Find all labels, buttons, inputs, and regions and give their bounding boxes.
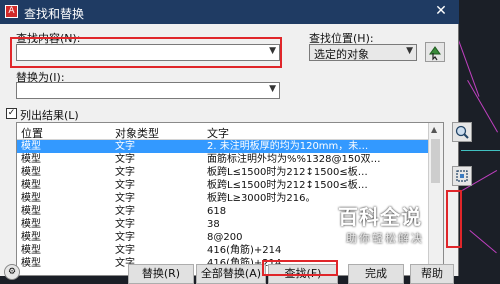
cell-text: 618 <box>207 206 227 217</box>
cell-location: 模型 <box>21 154 41 165</box>
cell-location: 模型 <box>21 219 41 230</box>
find-highlight-box <box>10 37 282 68</box>
window-title: 查找和替换 <box>24 7 85 21</box>
cell-location: 模型 <box>21 258 41 269</box>
column-header-location[interactable]: 位置 <box>21 125 43 141</box>
side-highlight-box <box>446 190 462 248</box>
table-row[interactable]: 模型 文字 板跨L≤1500时为212↕1500≤板… <box>17 179 430 192</box>
cell-type: 文字 <box>115 154 135 165</box>
replace-dropdown-icon[interactable]: ▼ <box>269 84 276 94</box>
title-bar: A 查找和替换 ✕ <box>0 0 459 24</box>
cell-text: 板跨L≤1500时为212↕1500≤板… <box>207 167 368 178</box>
cell-text: 板跨L≥3000时为216。 <box>207 193 316 204</box>
table-row[interactable]: 模型 文字 板跨L≤1500时为212↕1500≤板… <box>17 166 430 179</box>
cell-text: 面筋标注明外均为%%1328@150双… <box>207 154 381 165</box>
cell-type: 文字 <box>115 232 135 243</box>
zoom-icon <box>455 125 469 139</box>
cell-text: 38 <box>207 219 220 230</box>
cell-type: 文字 <box>115 141 135 152</box>
watermark-brand: 百科全说 <box>338 205 422 229</box>
replace-button[interactable]: 替换(R) <box>128 264 194 284</box>
cell-location: 模型 <box>21 180 41 191</box>
scroll-thumb[interactable] <box>431 139 440 183</box>
create-selection-set-button[interactable] <box>452 166 472 186</box>
select-objects-icon <box>429 46 441 61</box>
cell-text: 2. 未注明板厚的均为120mm，未… <box>207 141 369 152</box>
find-button-highlight-box <box>262 260 338 276</box>
cell-location: 模型 <box>21 193 41 204</box>
replace-input[interactable]: ▼ <box>16 82 280 99</box>
cell-location: 模型 <box>21 167 41 178</box>
cell-text: 416(角筋)+214 <box>207 245 282 256</box>
cell-type: 文字 <box>115 245 135 256</box>
cell-location: 模型 <box>21 245 41 256</box>
results-header: 位置 对象类型 文字 <box>17 123 443 140</box>
cell-location: 模型 <box>21 141 41 152</box>
cell-type: 文字 <box>115 206 135 217</box>
list-results-checkbox[interactable]: ✓ <box>6 108 17 119</box>
done-button[interactable]: 完成 <box>348 264 404 284</box>
close-button[interactable]: ✕ <box>430 2 452 20</box>
select-objects-button[interactable] <box>425 42 445 62</box>
replace-all-button[interactable]: 全部替换(A) <box>196 264 266 284</box>
column-header-text[interactable]: 文字 <box>207 125 229 141</box>
cell-type: 文字 <box>115 219 135 230</box>
autocad-app-icon: A <box>5 5 18 18</box>
selection-set-icon <box>456 170 468 182</box>
column-header-type[interactable]: 对象类型 <box>115 125 159 141</box>
cell-location: 模型 <box>21 232 41 243</box>
results-list[interactable]: 位置 对象类型 文字 模型 文字 2. 未注明板厚的均为120mm，未… 模型 文字 面筋… <box>16 122 444 276</box>
zoom-to-result-button[interactable] <box>452 122 472 142</box>
cell-location: 模型 <box>21 206 41 217</box>
cell-type: 文字 <box>115 193 135 204</box>
table-row[interactable]: 模型 文字 2. 未注明板厚的均为120mm，未… <box>17 140 430 153</box>
location-dropdown-icon[interactable]: ▼ <box>406 46 413 56</box>
location-select[interactable]: 选定的对象 ▼ <box>309 44 417 61</box>
help-button[interactable]: 帮助 <box>410 264 454 284</box>
cell-type: 文字 <box>115 167 135 178</box>
location-select-value: 选定的对象 <box>314 48 369 61</box>
watermark-slogan: 助你轻松解决 <box>346 232 424 245</box>
list-results-label: 列出结果(L) <box>20 109 79 122</box>
cell-type: 文字 <box>115 180 135 191</box>
table-row[interactable]: 模型 文字 面筋标注明外均为%%1328@150双… <box>17 153 430 166</box>
cell-text: 板跨L≤1500时为212↕1500≤板… <box>207 180 368 191</box>
results-scrollbar[interactable]: ▲ ▼ <box>428 123 443 275</box>
scroll-up-icon[interactable]: ▲ <box>431 125 437 134</box>
cell-text: 8@200 <box>207 232 243 243</box>
options-icon[interactable]: ⚙ <box>4 264 20 280</box>
